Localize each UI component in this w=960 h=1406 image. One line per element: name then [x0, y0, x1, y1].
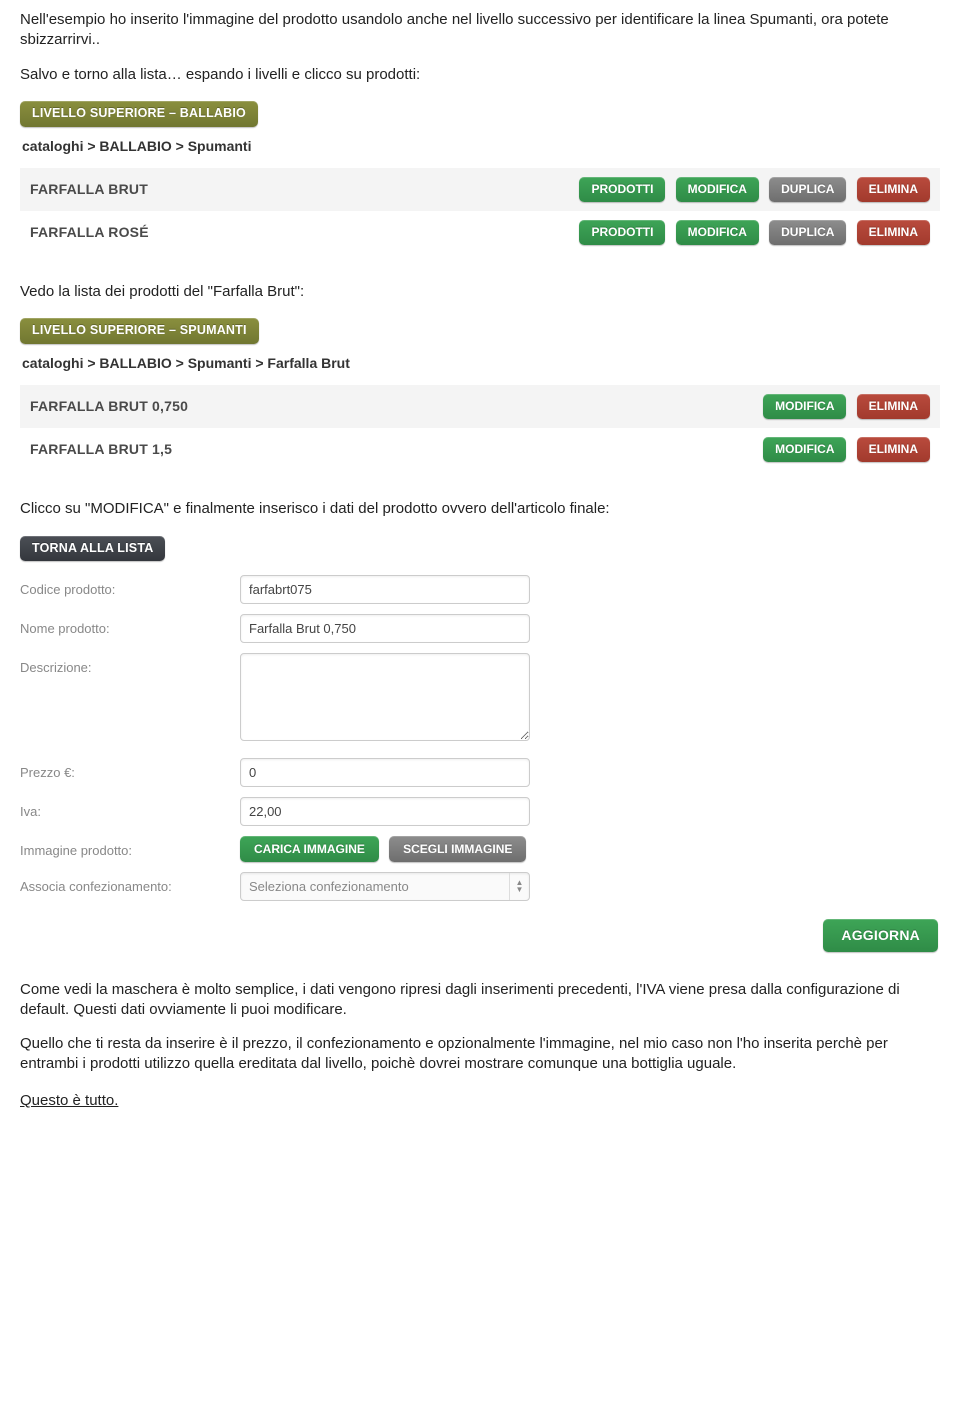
catalog-table-1: FARFALLA BRUT PRODOTTI MODIFICA DUPLICA … [20, 168, 940, 254]
product-form-screenshot: TORNA ALLA LISTA Codice prodotto: Nome p… [20, 536, 940, 952]
nome-input[interactable] [240, 614, 530, 643]
outro-para-2: Quello che ti resta da inserire è il pre… [20, 1034, 940, 1075]
row-name: FARFALLA BRUT 1,5 [20, 428, 462, 471]
catalog-screenshot-2: LIVELLO SUPERIORE – SPUMANTI cataloghi >… [20, 318, 940, 471]
label-descrizione: Descrizione: [20, 653, 240, 677]
table-row: FARFALLA BRUT PRODOTTI MODIFICA DUPLICA … [20, 168, 940, 211]
outro-para-3: Questo è tutto. [20, 1091, 940, 1111]
modifica-button[interactable]: MODIFICA [763, 437, 846, 462]
modifica-button[interactable]: MODIFICA [676, 177, 759, 202]
label-prezzo: Prezzo €: [20, 758, 240, 782]
label-immagine: Immagine prodotto: [20, 836, 240, 860]
confezionamento-select[interactable] [240, 872, 530, 901]
product-form: Codice prodotto: Nome prodotto: Descrizi… [20, 575, 550, 900]
prodotti-button[interactable]: PRODOTTI [579, 220, 665, 245]
prodotti-button[interactable]: PRODOTTI [579, 177, 665, 202]
back-to-list-button[interactable]: TORNA ALLA LISTA [20, 536, 165, 562]
intro-para-2: Salvo e torno alla lista… espando i live… [20, 65, 940, 85]
mid-para-1: Vedo la lista dei prodotti del "Farfalla… [20, 282, 940, 302]
parent-level-badge-1[interactable]: LIVELLO SUPERIORE – BALLABIO [20, 101, 258, 127]
outro-para-1: Come vedi la maschera è molto semplice, … [20, 980, 940, 1021]
elimina-button[interactable]: ELIMINA [857, 394, 930, 419]
upload-image-button[interactable]: CARICA IMMAGINE [240, 836, 379, 862]
row-name: FARFALLA BRUT [20, 168, 268, 211]
table-row: FARFALLA ROSÉ PRODOTTI MODIFICA DUPLICA … [20, 211, 940, 254]
parent-level-badge-2[interactable]: LIVELLO SUPERIORE – SPUMANTI [20, 318, 259, 344]
duplica-button[interactable]: DUPLICA [769, 177, 846, 202]
mid2-para-1: Clicco su "MODIFICA" e finalmente inseri… [20, 499, 940, 519]
intro-para-1: Nell'esempio ho inserito l'immagine del … [20, 10, 940, 51]
elimina-button[interactable]: ELIMINA [857, 177, 930, 202]
row-name: FARFALLA ROSÉ [20, 211, 268, 254]
label-codice: Codice prodotto: [20, 575, 240, 599]
elimina-button[interactable]: ELIMINA [857, 220, 930, 245]
duplica-button[interactable]: DUPLICA [769, 220, 846, 245]
catalog-screenshot-1: LIVELLO SUPERIORE – BALLABIO cataloghi >… [20, 101, 940, 254]
choose-image-button[interactable]: SCEGLI IMMAGINE [389, 836, 526, 862]
label-nome: Nome prodotto: [20, 614, 240, 638]
iva-input[interactable] [240, 797, 530, 826]
breadcrumb-2: cataloghi > BALLABIO > Spumanti > Farfal… [22, 354, 940, 373]
breadcrumb-1: cataloghi > BALLABIO > Spumanti [22, 137, 940, 156]
prezzo-input[interactable] [240, 758, 530, 787]
row-name: FARFALLA BRUT 0,750 [20, 385, 462, 428]
descrizione-input[interactable] [240, 653, 530, 741]
label-confezionamento: Associa confezionamento: [20, 872, 240, 896]
modifica-button[interactable]: MODIFICA [763, 394, 846, 419]
modifica-button[interactable]: MODIFICA [676, 220, 759, 245]
elimina-button[interactable]: ELIMINA [857, 437, 930, 462]
codice-input[interactable] [240, 575, 530, 604]
catalog-table-2: FARFALLA BRUT 0,750 MODIFICA ELIMINA FAR… [20, 385, 940, 471]
table-row: FARFALLA BRUT 0,750 MODIFICA ELIMINA [20, 385, 940, 428]
aggiorna-button[interactable]: AGGIORNA [823, 919, 938, 952]
table-row: FARFALLA BRUT 1,5 MODIFICA ELIMINA [20, 428, 940, 471]
label-iva: Iva: [20, 797, 240, 821]
